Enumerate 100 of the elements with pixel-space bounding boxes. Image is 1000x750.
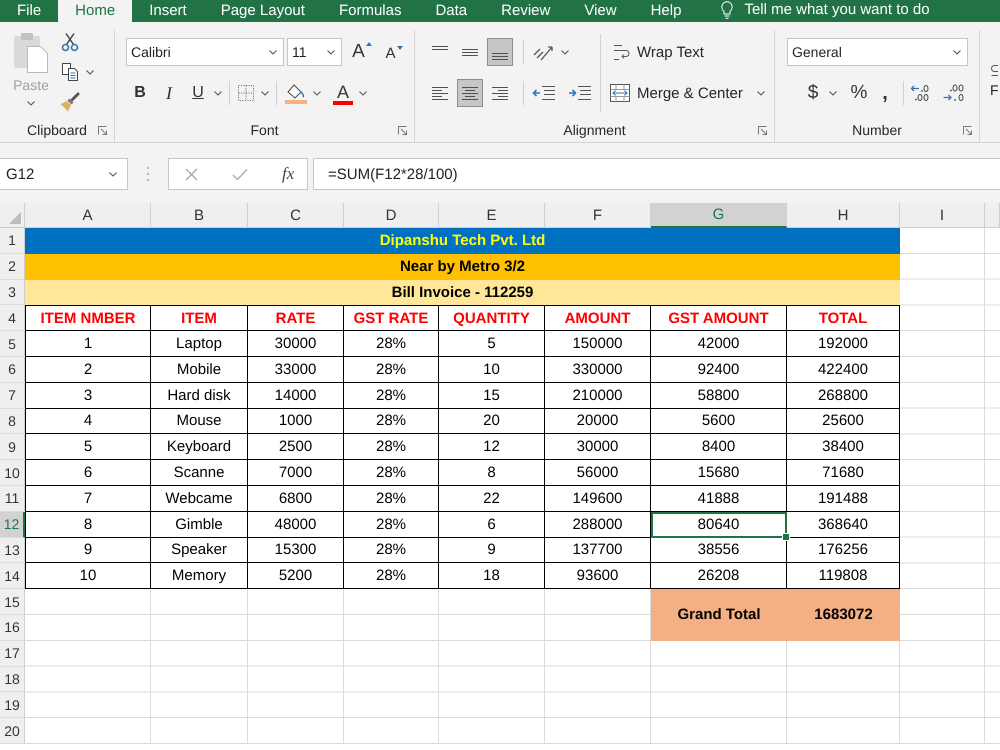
table-cell[interactable]: 5200 [248, 563, 344, 590]
table-cell[interactable]: 48000 [248, 512, 344, 538]
table-cell[interactable]: 191488 [787, 486, 900, 512]
table-cell[interactable]: 6 [439, 512, 545, 538]
table-cell[interactable]: 368640 [787, 512, 900, 538]
column-header[interactable]: D [344, 203, 439, 228]
row-header[interactable]: 7 [0, 382, 25, 409]
table-cell[interactable]: 38400 [787, 434, 900, 460]
table-cell[interactable]: 10 [25, 563, 151, 590]
shrink-font-button[interactable]: A [384, 39, 404, 65]
table-cell[interactable]: 7000 [248, 460, 344, 486]
table-cell[interactable]: 9 [25, 538, 151, 564]
underline-button[interactable]: U [188, 81, 208, 105]
insert-function-button[interactable]: fx [282, 164, 294, 184]
table-cell[interactable]: 1000 [248, 408, 344, 434]
table-cell[interactable]: Keyboard [151, 434, 248, 460]
table-cell[interactable]: 268800 [787, 382, 900, 409]
font-color-button[interactable]: A [333, 81, 353, 105]
column-header[interactable]: C [248, 203, 344, 228]
caret-icon[interactable] [953, 50, 961, 54]
ribbon-tab[interactable]: File [0, 0, 58, 22]
row-header[interactable]: 1 [0, 228, 25, 254]
ribbon-tab[interactable]: Help [634, 0, 698, 22]
tell-me-field[interactable]: Tell me what you want to do [744, 0, 984, 20]
table-cell[interactable]: 30000 [545, 434, 651, 460]
table-cell[interactable]: 28% [344, 512, 439, 538]
caret-icon[interactable] [829, 90, 837, 96]
row-header[interactable]: 12 [0, 512, 25, 538]
table-cell[interactable]: 28% [344, 434, 439, 460]
font-size-dropdown[interactable]: 11 [287, 38, 342, 66]
table-cell[interactable]: 42000 [651, 331, 787, 357]
table-cell[interactable]: 28% [344, 538, 439, 564]
table-cell[interactable]: 3 [25, 382, 151, 409]
ribbon-button-label[interactable]: F [990, 82, 1000, 98]
row-header[interactable]: 15 [0, 589, 25, 615]
table-cell[interactable]: 12 [439, 434, 545, 460]
row-header[interactable]: 16 [0, 614, 25, 641]
table-cell[interactable]: Speaker [151, 538, 248, 564]
row-header[interactable]: 10 [0, 460, 25, 486]
row-header[interactable]: 14 [0, 563, 25, 590]
table-cell[interactable]: Gimble [151, 512, 248, 538]
name-box[interactable]: G12 [0, 158, 128, 190]
fill-handle[interactable] [782, 532, 790, 541]
column-header[interactable]: H [787, 203, 900, 228]
ribbon-tab[interactable]: Data [418, 0, 484, 22]
table-cell[interactable]: 7 [25, 486, 151, 512]
ribbon-tab[interactable]: Review [484, 0, 568, 22]
table-cell[interactable]: 8 [439, 460, 545, 486]
table-cell[interactable]: 210000 [545, 382, 651, 409]
increase-indent-icon[interactable] [568, 85, 592, 101]
grow-font-button[interactable]: A [352, 39, 372, 65]
dialog-launcher-icon[interactable] [963, 126, 972, 134]
scissors-icon[interactable] [60, 32, 80, 52]
table-cell[interactable]: 288000 [545, 512, 651, 538]
row-header[interactable]: 18 [0, 666, 25, 692]
table-cell[interactable]: 1 [25, 331, 151, 357]
table-cell[interactable]: 22 [439, 486, 545, 512]
column-header[interactable]: E [439, 203, 545, 228]
row-header[interactable]: 2 [0, 254, 25, 280]
align-center-button[interactable] [457, 79, 483, 107]
table-cell[interactable]: 4 [25, 408, 151, 434]
table-cell[interactable]: Memory [151, 563, 248, 590]
column-header[interactable]: I [900, 203, 985, 228]
table-cell[interactable]: 6 [25, 460, 151, 486]
number-format-dropdown[interactable]: General [787, 38, 968, 66]
row-header[interactable]: 9 [0, 434, 25, 460]
table-cell[interactable]: 119808 [787, 563, 900, 590]
decrease-indent-icon[interactable] [532, 85, 556, 101]
comma-style-button[interactable]: , [875, 81, 895, 105]
table-cell[interactable]: 25600 [787, 408, 900, 434]
dialog-launcher-icon[interactable] [758, 126, 767, 134]
table-cell[interactable]: 422400 [787, 356, 900, 383]
ribbon-tab[interactable]: Formulas [322, 0, 418, 22]
row-header[interactable]: 20 [0, 718, 25, 744]
table-cell[interactable]: Laptop [151, 331, 248, 357]
row-header[interactable]: 13 [0, 538, 25, 564]
column-header[interactable]: B [151, 203, 248, 228]
table-cell[interactable]: 149600 [545, 486, 651, 512]
table-cell[interactable]: 71680 [787, 460, 900, 486]
table-cell[interactable]: Mouse [151, 408, 248, 434]
table-cell[interactable]: Webcame [151, 486, 248, 512]
table-cell[interactable]: 5 [439, 331, 545, 357]
merge-center-button[interactable]: Merge & Center [609, 80, 743, 106]
table-cell[interactable]: 8 [25, 512, 151, 538]
table-cell[interactable]: Hard disk [151, 382, 248, 409]
table-cell[interactable]: 10 [439, 356, 545, 383]
table-cell[interactable]: 92400 [651, 356, 787, 383]
row-header[interactable]: 8 [0, 408, 25, 434]
caret-icon[interactable] [359, 90, 367, 96]
ribbon-tab[interactable]: Page Layout [204, 0, 322, 22]
row-header[interactable]: 11 [0, 486, 25, 512]
italic-button[interactable]: I [159, 81, 179, 105]
table-cell[interactable]: 41888 [651, 486, 787, 512]
table-cell[interactable]: 6800 [248, 486, 344, 512]
caret-icon[interactable] [327, 50, 335, 54]
table-cell[interactable]: 18 [439, 563, 545, 590]
caret-icon[interactable] [109, 172, 117, 176]
table-cell[interactable]: 15 [439, 382, 545, 409]
ribbon-tab[interactable]: Insert [132, 0, 204, 22]
caret-icon[interactable] [261, 90, 269, 96]
